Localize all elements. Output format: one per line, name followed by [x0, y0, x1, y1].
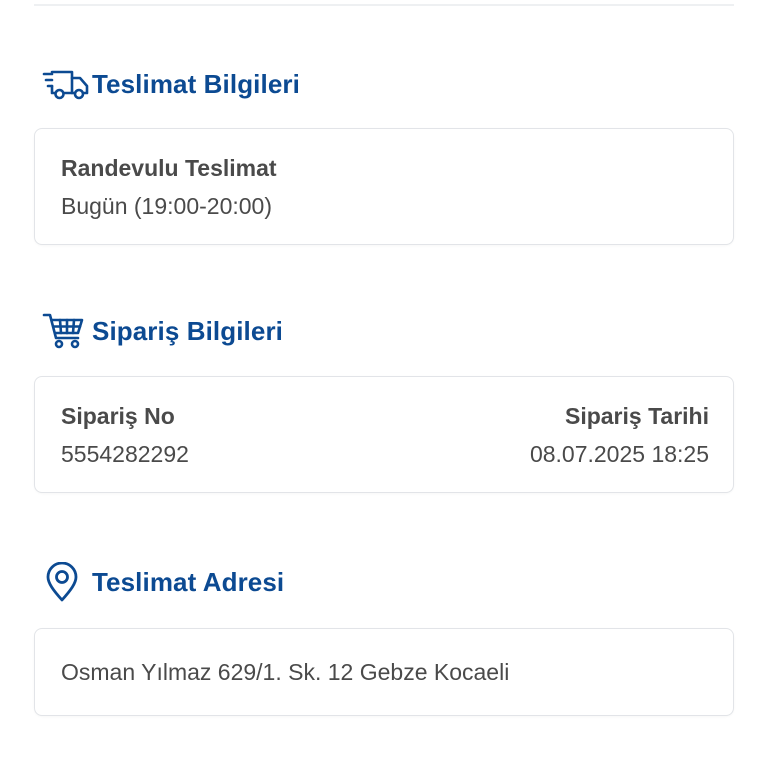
order-info-card: Sipariş No Sipariş Tarihi 5554282292 08.…	[34, 376, 734, 493]
address-value: Osman Yılmaz 629/1. Sk. 12 Gebze Kocaeli	[61, 659, 510, 685]
order-section-title: Sipariş Bilgileri	[92, 315, 283, 346]
delivery-section-header: Teslimat Bilgileri	[42, 64, 300, 104]
delivery-info-card: Randevulu Teslimat Bugün (19:00-20:00)	[34, 128, 734, 245]
order-details-page: Teslimat Bilgileri Randevulu Teslimat Bu…	[0, 0, 768, 768]
address-section-header: Teslimat Adresi	[42, 562, 284, 602]
order-date-label: Sipariş Tarihi	[564, 403, 709, 429]
address-section-title: Teslimat Adresi	[92, 566, 285, 597]
location-pin-icon	[42, 562, 92, 602]
order-no-label: Sipariş No	[61, 403, 175, 429]
shopping-cart-icon	[42, 311, 92, 351]
top-divider	[34, 0, 734, 6]
order-section-header: Sipariş Bilgileri	[42, 311, 283, 351]
delivery-type-label: Randevulu Teslimat	[61, 155, 277, 181]
delivery-time-value: Bugün (19:00-20:00)	[61, 193, 272, 219]
order-date-value: 08.07.2025 18:25	[529, 441, 709, 467]
delivery-truck-icon	[42, 64, 92, 104]
order-no-value: 5554282292	[61, 441, 189, 467]
address-info-card: Osman Yılmaz 629/1. Sk. 12 Gebze Kocaeli	[34, 628, 734, 716]
delivery-section-title: Teslimat Bilgileri	[92, 68, 300, 99]
